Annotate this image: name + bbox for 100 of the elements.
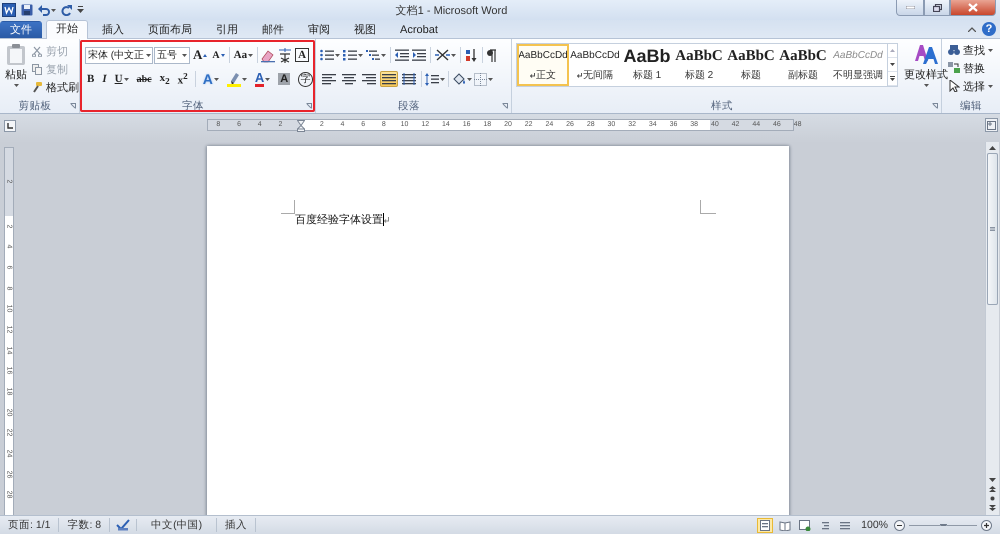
enclose-character-button[interactable]: 字 xyxy=(296,70,316,88)
underline-button[interactable]: U xyxy=(112,70,131,88)
help-button[interactable]: ? xyxy=(982,22,996,36)
ribbon-tab[interactable]: 开始 xyxy=(46,20,88,39)
shrink-font-button[interactable]: A xyxy=(210,46,227,64)
collapse-ribbon-icon[interactable] xyxy=(968,26,976,32)
dropdown-caret-icon[interactable] xyxy=(440,78,445,80)
editing-command[interactable]: 替换 xyxy=(948,59,993,77)
subscript-button[interactable]: x$_{2}$ xyxy=(158,70,172,88)
change-case-button[interactable]: Aa xyxy=(232,46,256,64)
formatting-marks-icon[interactable] xyxy=(487,48,496,62)
style-tile[interactable]: AaBbC 标题 2 xyxy=(673,44,725,86)
grow-font-button[interactable]: A xyxy=(191,46,210,64)
character-shading-button[interactable]: A xyxy=(276,70,292,88)
dropdown-caret-icon[interactable] xyxy=(358,54,363,56)
outline-view-icon[interactable] xyxy=(819,520,832,530)
align-center-icon[interactable] xyxy=(342,73,356,85)
dropdown-caret-icon[interactable] xyxy=(214,78,219,80)
zoom-in-button[interactable] xyxy=(981,520,992,530)
ribbon-tab[interactable]: 页面布局 xyxy=(138,21,202,38)
dialog-launcher-icon[interactable] xyxy=(306,103,312,109)
numbered-list-icon[interactable] xyxy=(343,49,357,61)
dialog-launcher-icon[interactable] xyxy=(502,103,508,109)
line-spacing-icon[interactable] xyxy=(425,72,439,86)
increase-indent-icon[interactable] xyxy=(412,49,426,61)
save-icon[interactable] xyxy=(21,4,33,16)
dropdown-caret-icon[interactable] xyxy=(488,78,493,80)
scroll-down-icon[interactable] xyxy=(989,478,996,482)
dropdown-caret-icon[interactable] xyxy=(451,54,456,56)
borders-icon[interactable] xyxy=(474,72,487,86)
align-left-icon[interactable] xyxy=(322,73,336,85)
dropdown-caret-icon[interactable] xyxy=(248,54,254,56)
font-name-field[interactable]: 宋体 (中文正 xyxy=(85,46,153,64)
more-styles-icon[interactable] xyxy=(890,76,895,81)
dropdown-caret-icon[interactable] xyxy=(182,54,187,56)
scroll-down-icon[interactable] xyxy=(890,63,895,66)
character-border-button[interactable]: A xyxy=(295,48,310,62)
proofing-icon[interactable] xyxy=(116,519,130,531)
dropdown-caret-icon[interactable] xyxy=(335,54,340,56)
paint-bucket-icon[interactable] xyxy=(452,72,466,86)
dialog-launcher-icon[interactable] xyxy=(70,103,76,109)
shrink-arrow-icon[interactable] xyxy=(220,54,225,56)
reading-view-icon[interactable] xyxy=(779,520,792,530)
dropdown-caret-icon[interactable] xyxy=(924,84,928,87)
draft-view-icon[interactable] xyxy=(839,520,852,530)
dropdown-caret-icon[interactable] xyxy=(51,8,56,12)
strikethrough-button[interactable]: abc xyxy=(134,70,154,88)
style-tile[interactable]: AaBbC 副标题 xyxy=(777,44,829,86)
word-logo-icon[interactable] xyxy=(2,3,16,17)
dropdown-caret-icon[interactable] xyxy=(381,54,386,56)
customize-toolbar-icon[interactable] xyxy=(77,6,84,14)
style-tile[interactable]: AaBbCcDd 不明显强调 xyxy=(829,44,887,86)
redo-icon[interactable] xyxy=(61,4,72,16)
ribbon-tab[interactable]: 文件 xyxy=(0,21,42,38)
editing-command[interactable]: 查找 xyxy=(948,41,993,59)
font-color-button[interactable]: A xyxy=(252,70,272,88)
restore-button[interactable] xyxy=(924,0,950,16)
dropdown-caret-icon[interactable] xyxy=(124,78,129,80)
scroll-up-icon[interactable] xyxy=(989,146,996,150)
text-effects-button[interactable]: A xyxy=(200,70,221,88)
print-layout-icon[interactable] xyxy=(759,520,772,530)
dropdown-caret-icon[interactable] xyxy=(242,78,247,80)
indent-marker-icon[interactable] xyxy=(297,120,306,132)
font-size-field[interactable]: 五号 xyxy=(154,46,190,64)
ribbon-tab[interactable]: 审阅 xyxy=(298,21,340,38)
next-page-icon[interactable] xyxy=(989,505,996,511)
ribbon-tab[interactable]: 引用 xyxy=(206,21,248,38)
undo-icon[interactable] xyxy=(38,4,50,16)
highlight-color-button[interactable] xyxy=(224,70,249,88)
scroll-thumb[interactable] xyxy=(987,153,998,305)
change-styles-button[interactable]: 更改样式 xyxy=(904,39,948,99)
zoom-level[interactable]: 100% xyxy=(861,519,888,531)
tab-selector[interactable] xyxy=(4,120,16,132)
status-field[interactable]: 字数: 8 xyxy=(59,518,110,532)
close-button[interactable] xyxy=(950,0,996,16)
dialog-launcher-icon[interactable] xyxy=(932,103,938,109)
clear-formatting-icon[interactable] xyxy=(260,48,276,62)
language-field[interactable]: 中文(中国) xyxy=(137,518,218,532)
status-field[interactable]: 页面: 1/1 xyxy=(0,518,60,532)
superscript-button[interactable]: x$^{2}$ xyxy=(176,70,190,88)
zoom-out-button[interactable] xyxy=(894,520,905,530)
dropdown-caret-icon[interactable] xyxy=(265,78,270,80)
style-tile[interactable]: AaBb 标题 1 xyxy=(621,44,673,86)
multilevel-list-icon[interactable] xyxy=(366,49,380,61)
previous-page-icon[interactable] xyxy=(989,486,996,492)
decrease-indent-icon[interactable] xyxy=(395,49,409,61)
dropdown-caret-icon[interactable] xyxy=(146,54,152,56)
italic-button[interactable]: I xyxy=(100,70,109,88)
dropdown-caret-icon[interactable] xyxy=(988,48,993,52)
dropdown-caret-icon[interactable] xyxy=(14,84,18,87)
align-right-icon[interactable] xyxy=(362,73,376,85)
clipboard-command[interactable]: 格式刷 xyxy=(32,78,79,96)
insert-mode-field[interactable]: 插入 xyxy=(217,518,256,532)
style-tile[interactable]: AaBbC 标题 xyxy=(725,44,777,86)
bullet-list-icon[interactable] xyxy=(320,49,334,61)
editing-command[interactable]: 选择 xyxy=(948,77,993,95)
bold-button[interactable]: B xyxy=(85,70,96,88)
justify-icon[interactable] xyxy=(382,73,396,85)
ribbon-tab[interactable]: Acrobat xyxy=(390,21,448,38)
ruler-toggle-button[interactable] xyxy=(985,118,998,132)
